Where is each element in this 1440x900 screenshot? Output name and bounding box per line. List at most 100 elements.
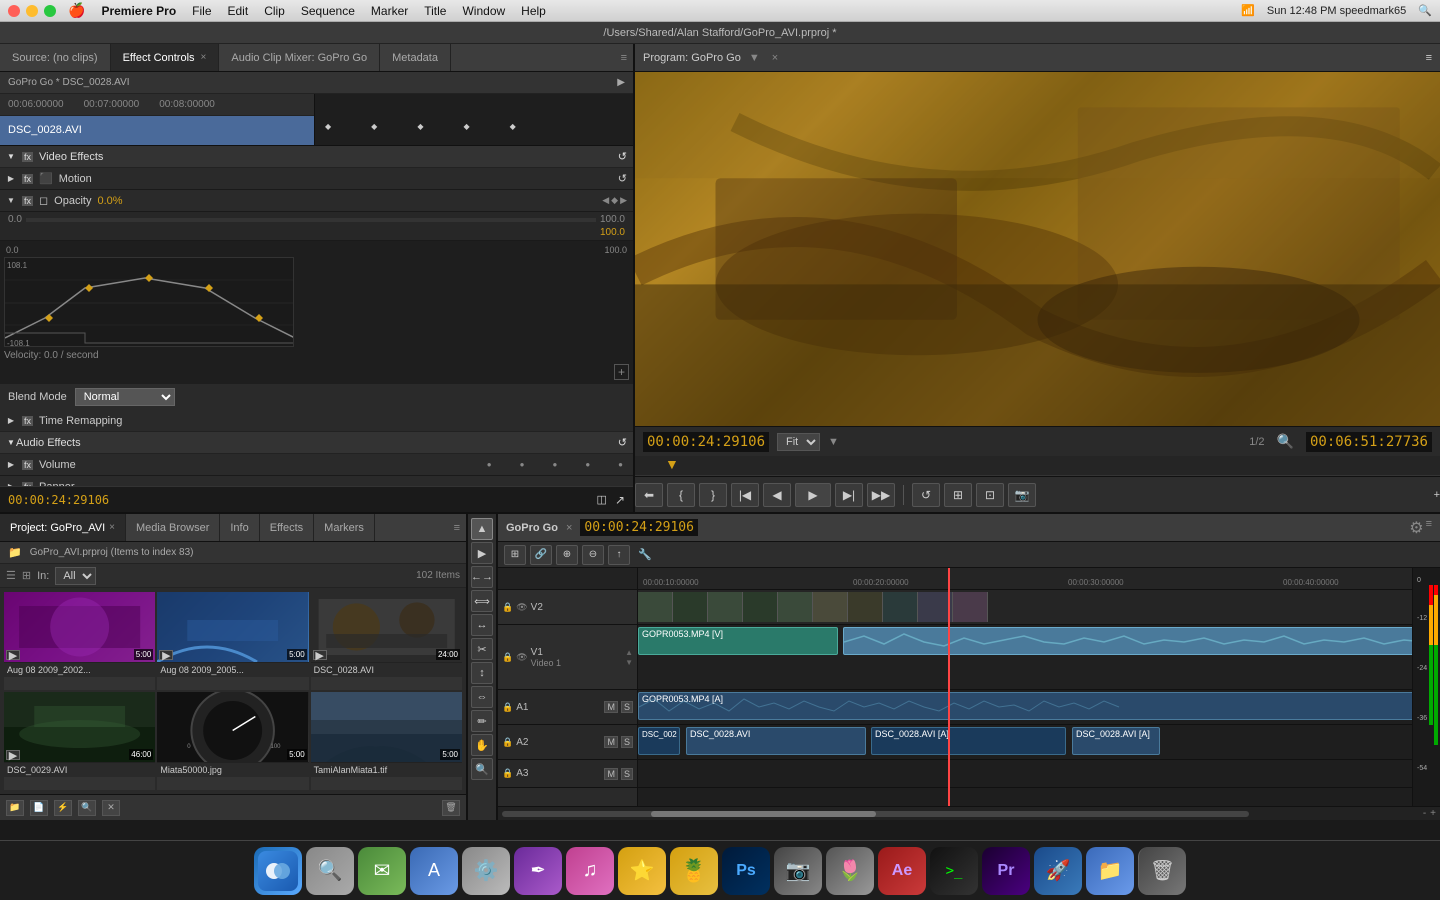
- panel-menu-icon[interactable]: ≡: [615, 52, 633, 64]
- track-row-a1[interactable]: GOPR0053.MP4 [A]: [638, 690, 1412, 725]
- timeline-tab[interactable]: GoPro Go: [506, 522, 558, 534]
- navigate-forward[interactable]: ▶: [617, 77, 625, 88]
- v2-eye-icon[interactable]: 👁: [516, 602, 527, 613]
- window-controls[interactable]: [8, 5, 56, 17]
- dock-script[interactable]: ✒: [514, 847, 562, 895]
- project-panel-menu[interactable]: ≡: [448, 522, 466, 534]
- clip-strip-bar[interactable]: DSC_0028.AVI: [0, 116, 314, 145]
- clear-btn[interactable]: ✕: [102, 800, 120, 816]
- track-row-v1[interactable]: GOPR0053.MP4 [V]: [638, 625, 1412, 690]
- dock-logic[interactable]: ⭐: [618, 847, 666, 895]
- rolling-edit-tool[interactable]: ⟺: [471, 590, 493, 612]
- program-timecode[interactable]: 00:00:24:29106: [643, 432, 769, 452]
- monitor-menu-icon[interactable]: ≡: [1426, 52, 1432, 64]
- automate-btn[interactable]: ⚡: [54, 800, 72, 816]
- new-item-btn[interactable]: 📄: [30, 800, 48, 816]
- ec-export-btn[interactable]: ↗: [615, 493, 625, 507]
- output-btn[interactable]: ⊡: [976, 483, 1004, 507]
- maximize-button[interactable]: [44, 5, 56, 17]
- a2-solo-btn[interactable]: S: [621, 736, 633, 748]
- menu-window[interactable]: Window: [462, 4, 505, 18]
- menu-clip[interactable]: Clip: [264, 4, 285, 18]
- opacity-next[interactable]: ▶: [620, 195, 627, 206]
- a3-solo-btn[interactable]: S: [621, 768, 633, 780]
- prev-clip-btn[interactable]: |◀: [731, 483, 759, 507]
- track-select-tool[interactable]: ▶: [471, 542, 493, 564]
- menu-title[interactable]: Title: [424, 4, 446, 18]
- effect-controls-close[interactable]: ×: [201, 52, 207, 63]
- timeline-scrollbar[interactable]: - +: [498, 806, 1440, 820]
- track-row-a3[interactable]: [638, 760, 1412, 788]
- dock-finder2[interactable]: 📁: [1086, 847, 1134, 895]
- a2-clip-3[interactable]: DSC_0028.AVI [A]: [871, 727, 1066, 755]
- zoom-in-btn[interactable]: +: [1430, 808, 1436, 819]
- in-point-btn[interactable]: ⬅: [635, 483, 663, 507]
- dock-pineapple[interactable]: 🍍: [670, 847, 718, 895]
- slide-tool[interactable]: ⇔: [471, 686, 493, 708]
- video-effects-header[interactable]: ▼ fx Video Effects ↺: [0, 146, 633, 168]
- media-item[interactable]: 5:00 TamiAlanMiata1.tif: [311, 692, 462, 790]
- snap-btn[interactable]: ⊞: [504, 545, 526, 565]
- fit-dropdown[interactable]: Fit: [777, 433, 820, 451]
- opacity-add-keyframe[interactable]: ◆: [611, 195, 618, 206]
- dock-appstore[interactable]: A: [410, 847, 458, 895]
- a2-clip-1[interactable]: DSC_002: [638, 727, 680, 755]
- a3-mute-btn[interactable]: M: [604, 768, 618, 780]
- playhead-line[interactable]: [948, 568, 950, 806]
- dock-ae[interactable]: Ae: [878, 847, 926, 895]
- opacity-value-display[interactable]: 0.0%: [97, 195, 122, 207]
- v1-clip-main[interactable]: [843, 627, 1412, 655]
- zoom-out-btn[interactable]: -: [1423, 808, 1426, 819]
- track-row-v2[interactable]: [638, 590, 1412, 625]
- step-back1-btn[interactable]: ◀: [763, 483, 791, 507]
- blend-mode-dropdown[interactable]: Normal: [75, 388, 175, 406]
- hand-tool[interactable]: ✋: [471, 734, 493, 756]
- dock-launchpad[interactable]: 🚀: [1034, 847, 1082, 895]
- v1-eye-icon[interactable]: 👁: [516, 652, 527, 663]
- opacity-expand[interactable]: ▼: [6, 196, 16, 206]
- track-row-a2[interactable]: DSC_002 DSC_0028.AVI DSC_0028.AVI [A] DS…: [638, 725, 1412, 760]
- a1-clip-gopr[interactable]: GOPR0053.MP4 [A]: [638, 692, 1412, 720]
- motion-reset[interactable]: ↺: [618, 172, 627, 185]
- dock-prefs[interactable]: ⚙️: [462, 847, 510, 895]
- step-back-btn[interactable]: }: [699, 483, 727, 507]
- dock-premiere[interactable]: Pr: [982, 847, 1030, 895]
- project-tab[interactable]: Project: GoPro_AVI ×: [0, 514, 126, 541]
- zoom-icon[interactable]: 🔍: [1277, 433, 1294, 450]
- volume-expand[interactable]: ▶: [6, 460, 16, 470]
- dock-mail[interactable]: ✉: [358, 847, 406, 895]
- project-tab-close[interactable]: ×: [109, 522, 115, 533]
- step-fwd1-btn[interactable]: ▶|: [835, 483, 863, 507]
- dock-itunes[interactable]: ♫: [566, 847, 614, 895]
- menu-help[interactable]: Help: [521, 4, 546, 18]
- video-effects-reset[interactable]: ↺: [618, 150, 627, 163]
- a2-mute-btn[interactable]: M: [604, 736, 618, 748]
- v2-lock-icon[interactable]: 🔒: [502, 602, 513, 613]
- v2-clip-strip[interactable]: [638, 592, 988, 622]
- safe-zone-btn[interactable]: ⊞: [944, 483, 972, 507]
- dock-iphoto[interactable]: 🌷: [826, 847, 874, 895]
- scrollbar-track[interactable]: [502, 811, 1249, 817]
- a2-clip-4[interactable]: DSC_0028.AVI [A]: [1072, 727, 1160, 755]
- time-remap-expand[interactable]: ▶: [6, 416, 16, 426]
- linked-select-btn[interactable]: 🔗: [530, 545, 552, 565]
- info-tab[interactable]: Info: [220, 514, 259, 541]
- media-item[interactable]: ▶ 5:00 Aug 08 2009_2005...: [157, 592, 308, 690]
- zoom-tool[interactable]: 🔍: [471, 758, 493, 780]
- motion-expand[interactable]: ▶: [6, 174, 16, 184]
- close-button[interactable]: [8, 5, 20, 17]
- video-effects-collapse[interactable]: ▼: [6, 152, 16, 162]
- timeline-timecode[interactable]: 00:00:24:29106: [580, 519, 698, 536]
- v1-lock-icon[interactable]: 🔒: [502, 652, 513, 663]
- fit-dropdown-arrow[interactable]: ▼: [828, 436, 839, 448]
- search-icon[interactable]: 🔍: [1418, 4, 1432, 17]
- dock-ps[interactable]: Ps: [722, 847, 770, 895]
- menu-edit[interactable]: Edit: [228, 4, 249, 18]
- a1-solo-btn[interactable]: S: [621, 701, 633, 713]
- metadata-tab[interactable]: Metadata: [380, 44, 451, 71]
- v1-nav-up[interactable]: ▲: [625, 648, 633, 657]
- media-item[interactable]: ▶ 46:00 DSC_0029.AVI: [4, 692, 155, 790]
- scrollbar-thumb[interactable]: [651, 811, 875, 817]
- list-view-icon[interactable]: ☰: [6, 569, 16, 582]
- out-point-btn[interactable]: {: [667, 483, 695, 507]
